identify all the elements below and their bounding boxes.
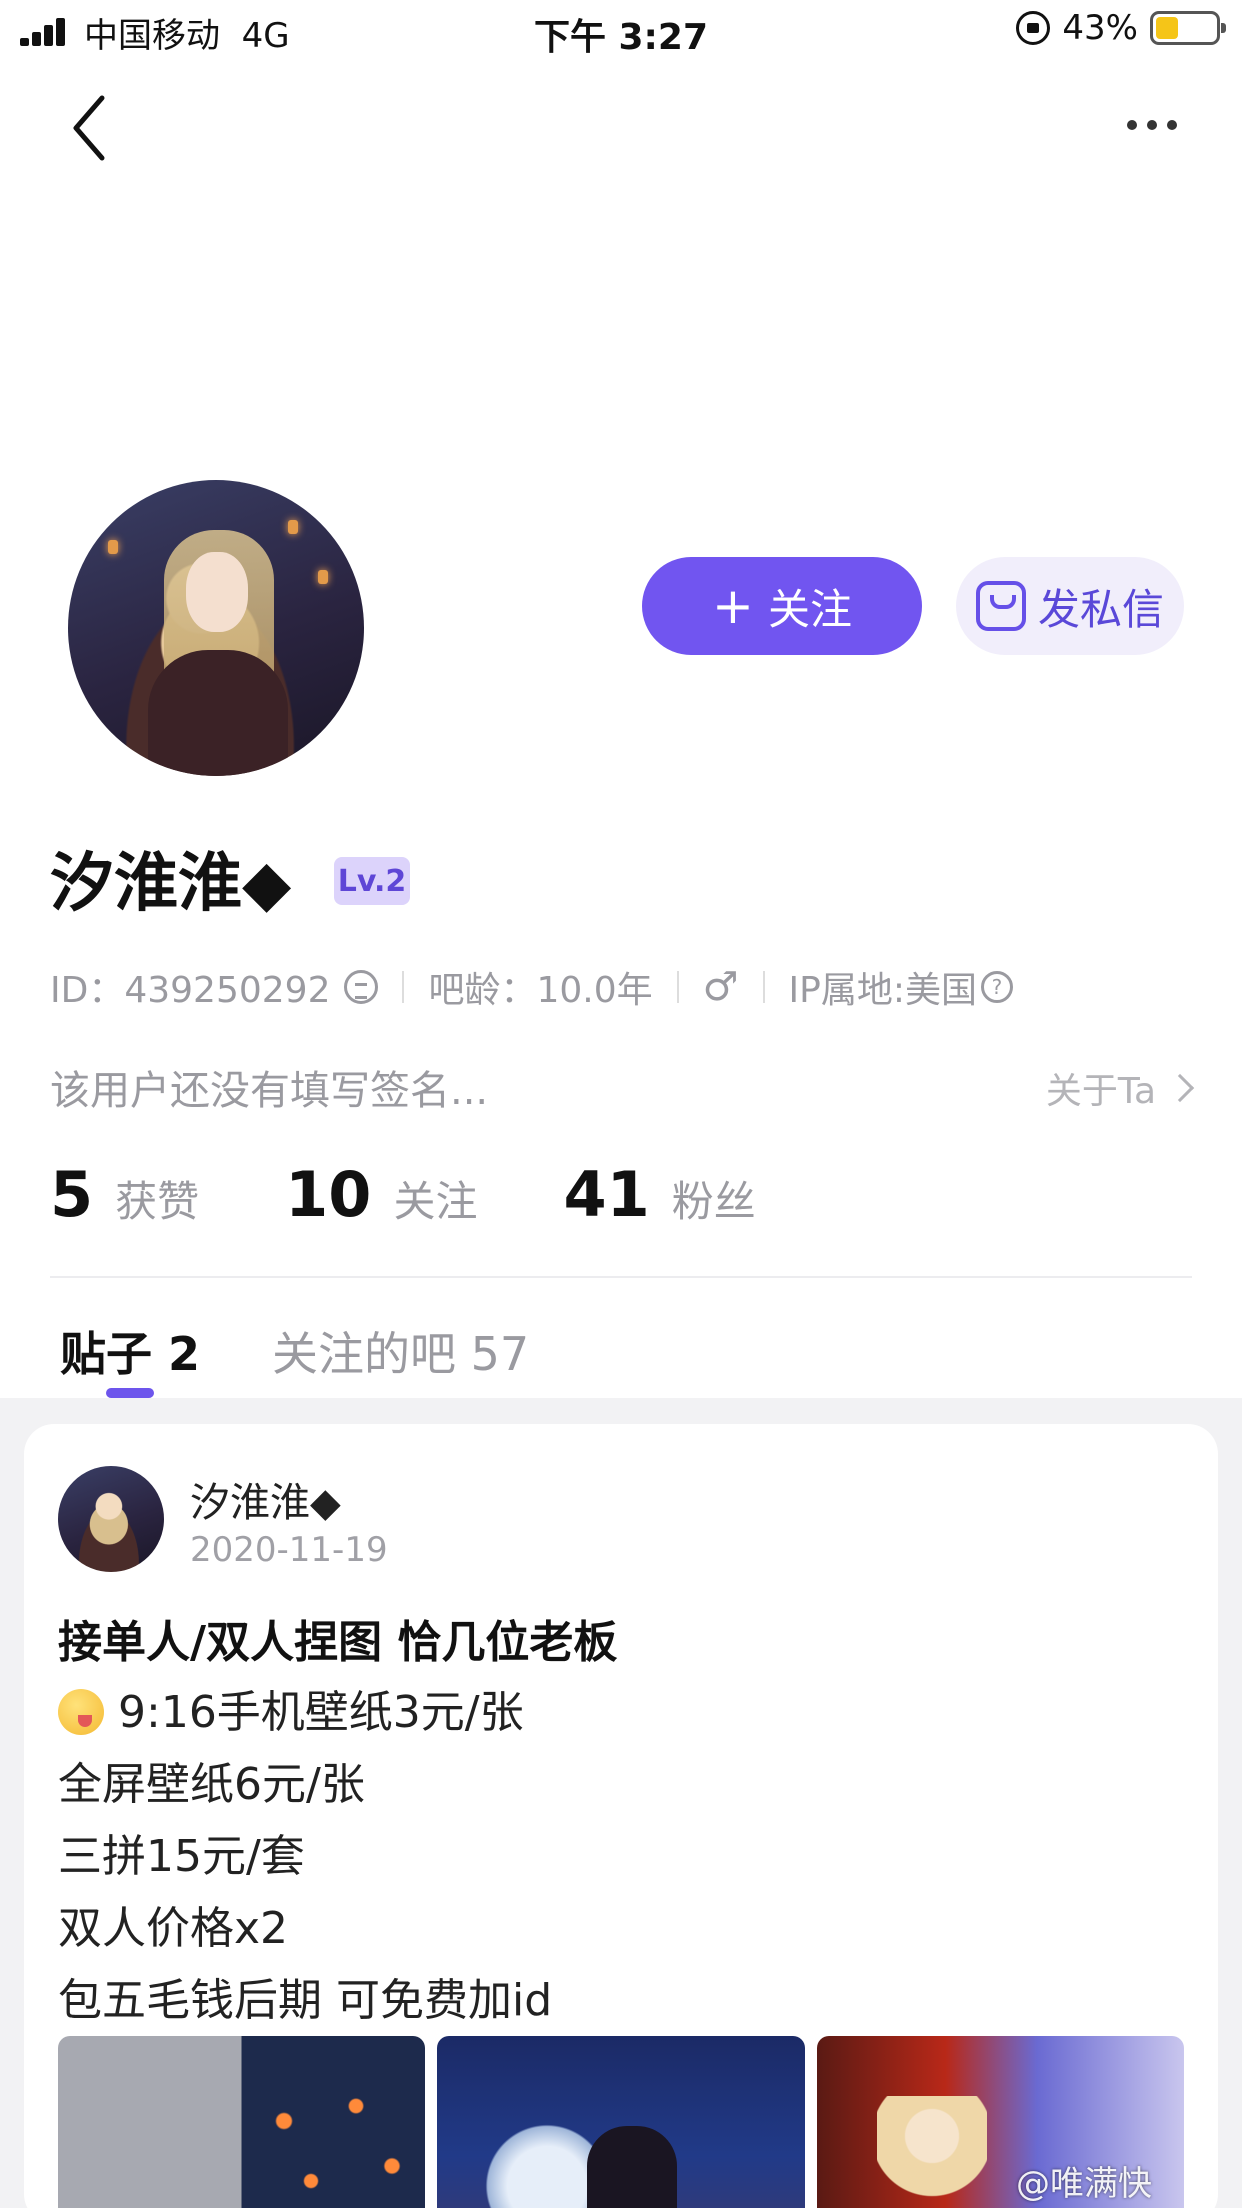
battery-icon <box>1150 11 1226 45</box>
post-title: 接单人/双人捏图 恰几位老板 <box>58 1617 618 1668</box>
send-message-button[interactable]: 发私信 <box>956 557 1184 655</box>
post-card[interactable]: 汐淮淮◆ 2020-11-19 接单人/双人捏图 恰几位老板 9:16手机壁纸3… <box>24 1424 1218 2208</box>
status-right: 43% <box>1016 8 1226 48</box>
about-ta-link[interactable]: 关于Ta <box>1046 1062 1195 1114</box>
orientation-lock-icon <box>1016 11 1051 45</box>
post-date: 2020-11-19 <box>190 1530 388 1570</box>
watermark: @唯满快 <box>1016 2164 1152 2204</box>
post-line: 双人价格x2 <box>58 1903 289 1954</box>
profile-tabs: 贴子 2 关注的吧 57 <box>60 1318 529 1384</box>
divider <box>50 1276 1192 1278</box>
post-line: 包五毛钱后期 可免费加id <box>58 1975 553 2026</box>
bar-age: 吧龄：10.0年 <box>428 970 653 1011</box>
copy-id-icon[interactable] <box>344 970 379 1004</box>
stat-following[interactable]: 10 关注 <box>285 1158 477 1231</box>
profile-meta-row: ID：439250292 吧龄：10.0年 ♂ IP属地:美国 ? <box>50 962 1013 1012</box>
yum-emoji-icon <box>58 1689 104 1735</box>
chevron-right-icon <box>1165 1073 1195 1103</box>
male-icon: ♂ <box>702 964 739 1010</box>
message-icon <box>975 581 1026 631</box>
tab-posts[interactable]: 贴子 2 <box>60 1318 200 1384</box>
plus-icon: + <box>712 577 754 635</box>
level-badge[interactable]: Lv.2 <box>334 857 410 905</box>
stat-likes[interactable]: 5 获赞 <box>50 1158 199 1231</box>
status-bar: 中国移动 4G 下午 3:27 43% <box>0 0 1242 62</box>
profile-signature: 该用户还没有填写签名... <box>50 1068 489 1114</box>
active-tab-indicator <box>106 1388 154 1398</box>
post-image[interactable] <box>58 2036 426 2208</box>
post-line: 三拼15元/套 <box>58 1831 305 1882</box>
post-image[interactable] <box>437 2036 805 2208</box>
follow-button[interactable]: + 关注 <box>642 557 922 655</box>
ip-location: IP属地:美国 <box>788 970 977 1011</box>
profile-stats: 5 获赞 10 关注 41 粉丝 <box>50 1158 842 1231</box>
post-author-name[interactable]: 汐淮淮◆ <box>190 1470 341 1528</box>
profile-username: 汐淮淮◆ <box>50 847 292 921</box>
user-id: ID：439250292 <box>50 970 331 1011</box>
post-author-avatar[interactable] <box>58 1466 164 1572</box>
profile-avatar[interactable] <box>68 480 364 776</box>
back-arrow-icon[interactable] <box>60 88 120 168</box>
battery-percent: 43% <box>1062 8 1138 48</box>
more-options-icon[interactable] <box>1112 100 1192 150</box>
tab-followed-bars[interactable]: 关注的吧 57 <box>272 1318 529 1384</box>
post-line: 9:16手机壁纸3元/张 <box>58 1676 524 1740</box>
stat-followers[interactable]: 41 粉丝 <box>563 1158 755 1231</box>
post-line: 全屏壁纸6元/张 <box>58 1759 365 1810</box>
help-icon[interactable]: ? <box>980 971 1013 1003</box>
